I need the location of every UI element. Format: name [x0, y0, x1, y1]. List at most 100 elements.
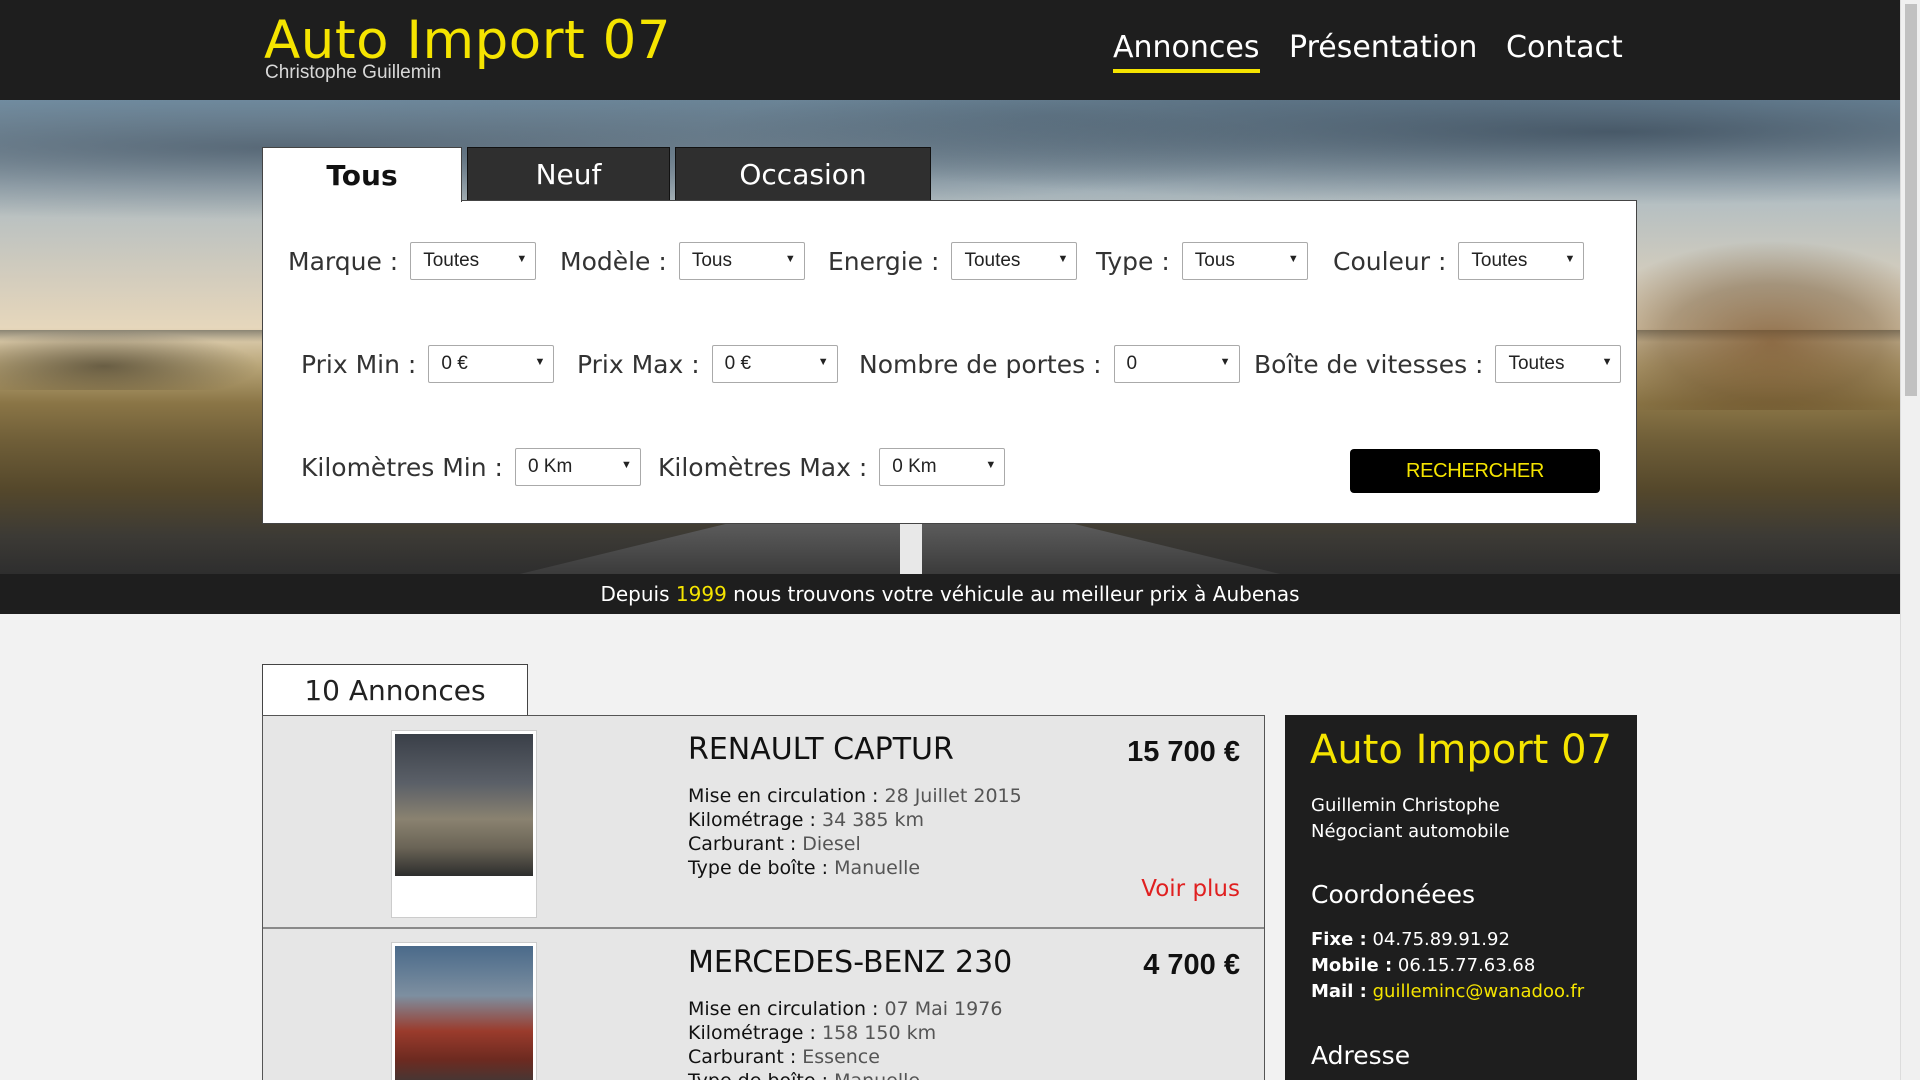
car-photo [395, 734, 533, 876]
spec-value: 158 150 km [821, 1022, 937, 1044]
tagline-year: 1999 [675, 582, 727, 606]
energie-field: Energie : Toutes ▼ [828, 242, 1078, 280]
site-header: Auto Import 07 Christophe Guillemin Anno… [0, 0, 1900, 100]
spec-label: Kilométrage [688, 809, 804, 831]
spec-value: 07 Mai 1976 [884, 998, 1003, 1020]
prix-min-value: 0 € [441, 353, 468, 374]
tagline-band: Depuis 1999 nous trouvons votre véhicule… [0, 574, 1900, 614]
triangle-down-icon: ▼ [1057, 253, 1069, 265]
triangle-down-icon: ▼ [784, 253, 796, 265]
marque-value: Toutes [423, 250, 480, 271]
sidebar-mobile: Mobile : 06.15.77.63.68 [1311, 955, 1535, 976]
voir-plus-link[interactable]: Voir plus [1141, 876, 1240, 902]
tab-neuf[interactable]: Neuf [467, 147, 670, 201]
km-min-value: 0 Km [527, 456, 573, 477]
spec-value: 28 Juillet 2015 [884, 785, 1022, 807]
triangle-down-icon: ▼ [1287, 253, 1299, 265]
car-thumbnail[interactable] [391, 730, 537, 918]
car-title[interactable]: MERCEDES-BENZ 230 [688, 945, 1012, 980]
modele-field: Modèle : Tous ▼ [560, 242, 805, 280]
fixe-value: 04.75.89.91.92 [1372, 929, 1510, 950]
spec-value: 34 385 km [821, 809, 925, 831]
listing-item[interactable]: MERCEDES-BENZ 230 4 700 € Mise en circul… [263, 929, 1264, 1080]
mail-label: Mail : [1311, 981, 1367, 1002]
page-scrollbar[interactable] [1900, 0, 1920, 1080]
prix-max-field: Prix Max : 0 € ▼ [577, 345, 838, 383]
triangle-down-icon: ▼ [1564, 253, 1576, 265]
km-min-select[interactable]: 0 Km ▼ [514, 448, 641, 486]
contact-sidebar: Auto Import 07 Guillemin Christophe Négo… [1285, 715, 1637, 1080]
marque-select[interactable]: Toutes ▼ [410, 242, 537, 280]
sidebar-address-heading: Adresse [1311, 1041, 1411, 1070]
spec-label: Mise en circulation [688, 785, 866, 807]
marque-field: Marque : Toutes ▼ [288, 242, 537, 280]
couleur-label: Couleur : [1333, 246, 1447, 276]
marque-label: Marque : [288, 246, 399, 276]
boite-field: Boîte de vitesses : Toutes ▼ [1254, 345, 1622, 383]
tagline-after: nous trouvons votre véhicule au meilleur… [733, 582, 1300, 606]
search-button[interactable]: RECHERCHER [1350, 449, 1600, 493]
sidebar-title: Auto Import 07 [1310, 727, 1612, 773]
tab-tous[interactable]: Tous [262, 147, 462, 202]
energie-label: Energie : [828, 246, 940, 276]
nav-annonces[interactable]: Annonces [1113, 30, 1260, 73]
modele-select[interactable]: Tous ▼ [678, 242, 805, 280]
spec-value: Manuelle [834, 857, 921, 879]
tab-occasion[interactable]: Occasion [675, 147, 931, 201]
car-title[interactable]: RENAULT CAPTUR [688, 732, 954, 767]
couleur-field: Couleur : Toutes ▼ [1333, 242, 1585, 280]
energie-value: Toutes [964, 250, 1021, 271]
sidebar-coord-heading: Coordonéees [1311, 880, 1476, 909]
spec-label: Type de boîte [688, 1070, 816, 1080]
type-field: Type : Tous ▼ [1096, 242, 1308, 280]
type-select[interactable]: Tous ▼ [1181, 242, 1308, 280]
km-max-value: 0 Km [892, 456, 937, 477]
spec-row: Carburant : Diesel [688, 833, 861, 855]
scrollbar-thumb[interactable] [1905, 4, 1917, 396]
listing-item[interactable]: RENAULT CAPTUR 15 700 € Mise en circulat… [263, 716, 1264, 929]
site-logo-subtitle: Christophe Guillemin [265, 62, 442, 83]
spec-value: Diesel [802, 833, 861, 855]
listing-count-tab: 10 Annonces [262, 664, 528, 716]
nav-presentation[interactable]: Présentation [1289, 30, 1477, 65]
spec-label: Type de boîte [688, 857, 816, 879]
couleur-value: Toutes [1471, 250, 1528, 271]
triangle-down-icon: ▼ [1601, 356, 1613, 368]
mail-link[interactable]: guilleminc@wanadoo.fr [1373, 981, 1585, 1002]
spec-value: Manuelle [834, 1070, 920, 1080]
km-max-select[interactable]: 0 Km ▼ [879, 448, 1006, 486]
hero-trees-left [0, 330, 260, 390]
fixe-label: Fixe : [1311, 929, 1367, 950]
prix-max-label: Prix Max : [577, 349, 700, 379]
boite-label: Boîte de vitesses : [1254, 349, 1484, 379]
car-price: 4 700 € [1143, 949, 1240, 981]
type-value: Tous [1194, 250, 1235, 271]
modele-label: Modèle : [560, 246, 667, 276]
car-thumbnail[interactable] [391, 942, 537, 1080]
prix-min-field: Prix Min : 0 € ▼ [301, 345, 555, 383]
prix-max-select[interactable]: 0 € ▼ [711, 345, 838, 383]
couleur-select[interactable]: Toutes ▼ [1458, 242, 1585, 280]
portes-select[interactable]: 0 ▼ [1113, 345, 1240, 383]
portes-value: 0 [1126, 353, 1138, 374]
km-max-field: Kilomètres Max : 0 Km ▼ [658, 448, 1006, 486]
car-specs: Mise en circulation : 07 Mai 1976 Kilomé… [688, 997, 1002, 1080]
spec-row: Kilométrage : 158 150 km [688, 1022, 937, 1044]
nav-contact[interactable]: Contact [1506, 30, 1623, 65]
mobile-value: 06.15.77.63.68 [1397, 955, 1536, 976]
triangle-down-icon: ▼ [985, 459, 997, 471]
triangle-down-icon: ▼ [817, 356, 829, 368]
energie-select[interactable]: Toutes ▼ [951, 242, 1078, 280]
prix-max-value: 0 € [724, 353, 752, 374]
prix-min-select[interactable]: 0 € ▼ [428, 345, 555, 383]
spec-value: Essence [802, 1046, 880, 1068]
km-max-label: Kilomètres Max : [658, 452, 868, 482]
spec-row: Mise en circulation : 07 Mai 1976 [688, 998, 1003, 1020]
car-specs: Mise en circulation : 28 Juillet 2015 Ki… [688, 784, 1022, 880]
boite-select[interactable]: Toutes ▼ [1495, 345, 1622, 383]
triangle-down-icon: ▼ [534, 356, 546, 368]
sidebar-name: Guillemin Christophe [1311, 795, 1500, 816]
spec-row: Carburant : Essence [688, 1046, 880, 1068]
sidebar-fixe: Fixe : 04.75.89.91.92 [1311, 929, 1510, 950]
triangle-down-icon: ▼ [621, 459, 632, 471]
